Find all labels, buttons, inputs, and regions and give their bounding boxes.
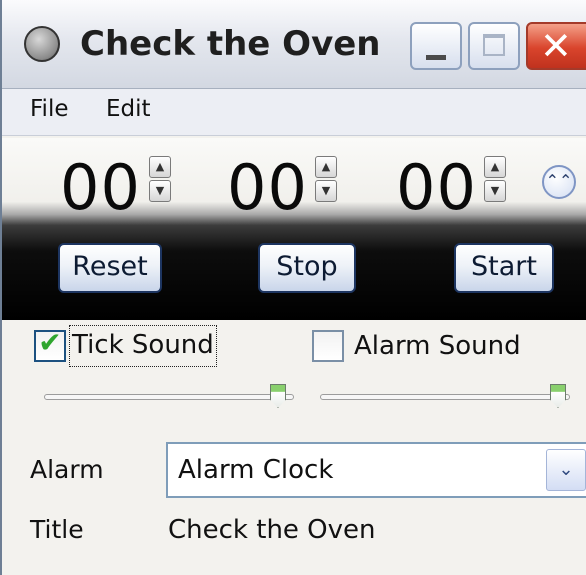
timer-panel: 00 ▲ ▼ 00 ▲ ▼ 00 ▲ ▼ ⌃⌃ Reset Stop Start	[2, 138, 586, 320]
dropdown-button[interactable]: ⌄	[546, 449, 586, 491]
close-icon: ✕	[540, 24, 572, 68]
alarm-sound-checkbox[interactable]	[312, 330, 344, 362]
hours-up-button[interactable]: ▲	[149, 156, 171, 178]
hours-spinner: ▲ ▼	[149, 156, 171, 204]
seconds-down-button[interactable]: ▼	[484, 180, 506, 202]
hours-down-button[interactable]: ▼	[149, 180, 171, 202]
collapse-button[interactable]: ⌃⌃	[542, 165, 576, 199]
chevron-down-icon: ⌄	[558, 459, 574, 480]
maximize-button[interactable]	[468, 22, 520, 70]
alarm-label: Alarm	[30, 455, 104, 484]
title-value[interactable]: Check the Oven	[168, 510, 376, 550]
double-chevron-up-icon: ⌃⌃	[545, 171, 573, 190]
minutes-display[interactable]: 00	[227, 152, 308, 224]
window-title: Check the Oven	[80, 24, 381, 64]
seconds-spinner: ▲ ▼	[484, 156, 506, 204]
title-bar[interactable]: Check the Oven ✕	[2, 0, 586, 89]
tick-sound-checkbox[interactable]: ✔	[34, 326, 66, 362]
slider-track	[320, 394, 570, 400]
check-icon: ✔	[38, 326, 62, 359]
start-button[interactable]: Start	[454, 243, 554, 293]
minimize-icon	[426, 55, 446, 60]
slider-thumb[interactable]	[550, 384, 566, 408]
reset-button[interactable]: Reset	[58, 243, 162, 293]
slider-track	[44, 394, 294, 400]
minutes-down-button[interactable]: ▼	[315, 180, 337, 202]
slider-thumb[interactable]	[270, 384, 286, 408]
minutes-spinner: ▲ ▼	[315, 156, 337, 204]
maximize-icon	[483, 34, 505, 56]
alarm-select-value: Alarm Clock	[178, 455, 334, 485]
seconds-display[interactable]: 00	[396, 152, 477, 224]
menu-edit[interactable]: Edit	[106, 89, 151, 135]
tick-volume-slider[interactable]	[44, 384, 294, 414]
minutes-up-button[interactable]: ▲	[315, 156, 337, 178]
menu-bar: File Edit	[2, 89, 586, 136]
title-label: Title	[30, 515, 84, 544]
alarm-volume-slider[interactable]	[320, 384, 570, 414]
alarm-sound-label[interactable]: Alarm Sound	[354, 326, 521, 366]
clock-icon	[24, 26, 60, 62]
menu-file[interactable]: File	[30, 89, 69, 135]
seconds-up-button[interactable]: ▲	[484, 156, 506, 178]
hours-display[interactable]: 00	[60, 152, 141, 224]
alarm-select[interactable]: Alarm Clock ⌄	[166, 442, 586, 498]
close-button[interactable]: ✕	[526, 22, 586, 70]
stop-button[interactable]: Stop	[258, 243, 356, 293]
tick-sound-label[interactable]: Tick Sound	[69, 325, 217, 367]
minimize-button[interactable]	[410, 22, 462, 70]
app-window: Check the Oven ✕ File Edit 00 ▲ ▼ 00 ▲ ▼…	[0, 0, 586, 575]
